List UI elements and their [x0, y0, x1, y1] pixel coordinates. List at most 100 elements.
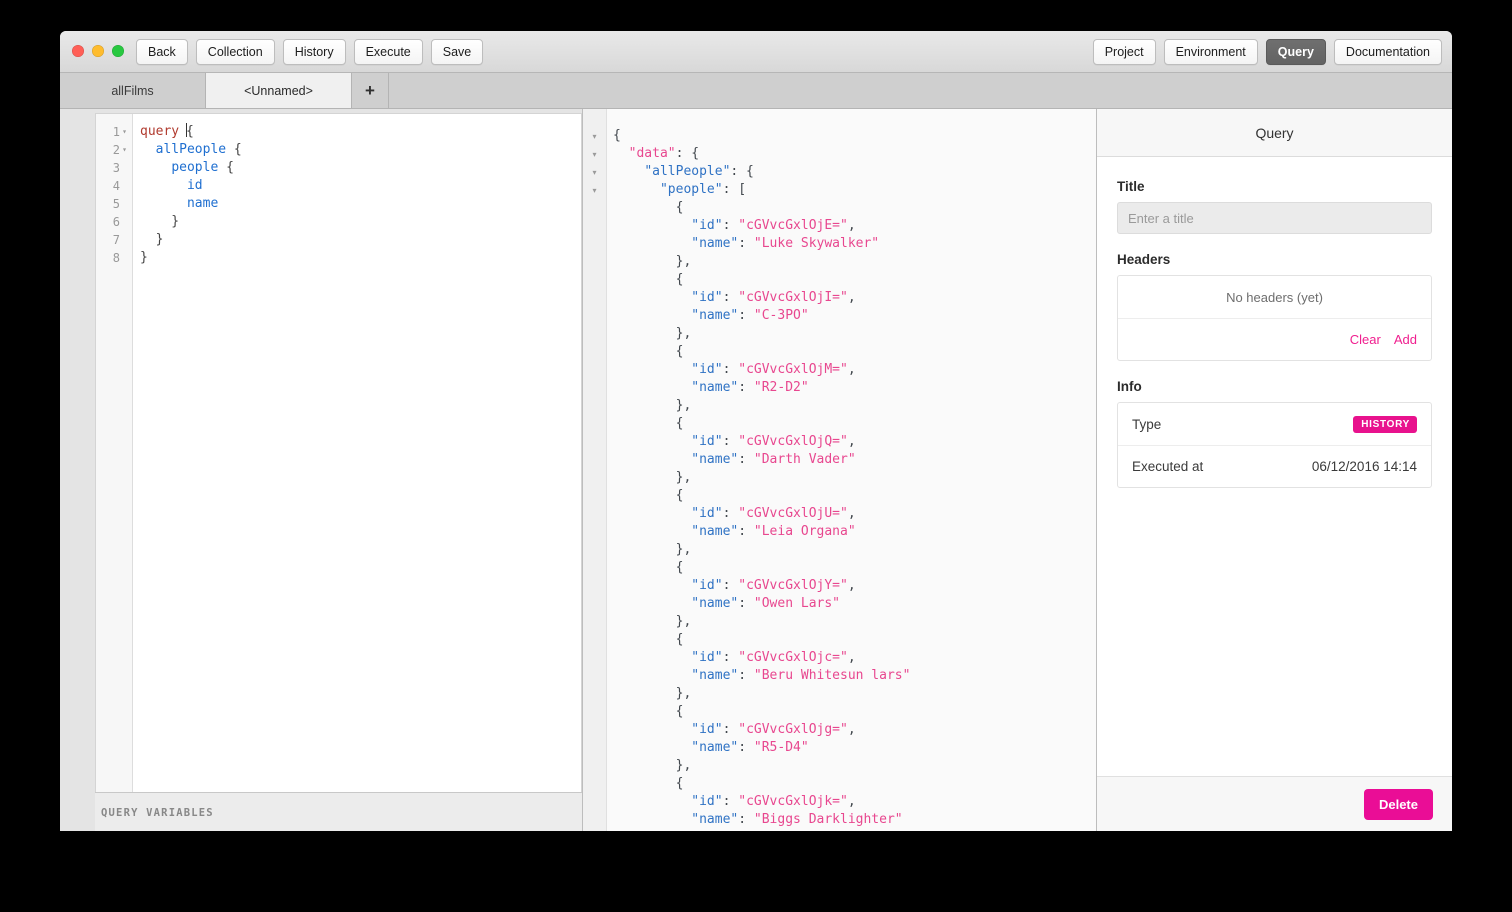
json-line: }, — [613, 469, 1096, 487]
toolbar-save-button[interactable]: Save — [431, 39, 484, 65]
json-line: "data": { — [613, 145, 1096, 163]
toolbar-collection-button[interactable]: Collection — [196, 39, 275, 65]
json-line: "allPeople": { — [613, 163, 1096, 181]
app-window: Back Collection History Execute Save Project… — [60, 31, 1452, 831]
query-variables-label: QUERY VARIABLES — [101, 807, 214, 819]
query-variables-bar[interactable]: QUERY VARIABLES — [95, 792, 582, 831]
json-line: "name": "R2-D2" — [613, 379, 1096, 397]
json-line: "id": "cGVvcGxlOjc=", — [613, 649, 1096, 667]
json-line: }, — [613, 757, 1096, 775]
response-fold-arrow-icon[interactable]: ▾ — [583, 181, 606, 199]
minimize-window-button[interactable] — [92, 45, 104, 57]
sidebar-header: Query — [1097, 109, 1452, 157]
info-type-label: Type — [1132, 417, 1353, 432]
add-tab-button[interactable]: + — [352, 73, 389, 108]
close-window-button[interactable] — [72, 45, 84, 57]
main-body: 1▾2▾3▾4▾5▾6▾7▾8▾ query { allPeople { peo… — [60, 109, 1452, 831]
headers-section-label: Headers — [1117, 252, 1432, 267]
json-line: "name": "Leia Organa" — [613, 523, 1096, 541]
json-line: "name": "Darth Vader" — [613, 451, 1096, 469]
json-line: "name": "Owen Lars" — [613, 595, 1096, 613]
tab-list: allFilms<Unnamed> — [60, 73, 352, 108]
line-number: 7▾ — [96, 231, 132, 249]
info-row-executed-at: Executed at 06/12/2016 14:14 — [1118, 445, 1431, 487]
title-input[interactable] — [1117, 202, 1432, 234]
json-line: "name": "Luke Skywalker" — [613, 235, 1096, 253]
json-line: { — [613, 487, 1096, 505]
json-line: { — [613, 415, 1096, 433]
tab-bar: allFilms<Unnamed> + — [60, 73, 1452, 109]
tab-allfilms[interactable]: allFilms — [60, 73, 206, 108]
toolbar-query-button[interactable]: Query — [1266, 39, 1326, 65]
toolbar-right-group: Project Environment Query Documentation — [1093, 39, 1442, 65]
query-editor[interactable]: 1▾2▾3▾4▾5▾6▾7▾8▾ query { allPeople { peo… — [95, 113, 582, 792]
info-row-type: Type HISTORY — [1118, 403, 1431, 445]
add-header-button[interactable]: Add — [1394, 332, 1417, 347]
json-line: "name": "Beru Whitesun lars" — [613, 667, 1096, 685]
json-line: "id": "cGVvcGxlOjk=", — [613, 793, 1096, 811]
status-badge: HISTORY — [1353, 416, 1417, 433]
json-line: { — [613, 775, 1096, 793]
info-executed-at-value: 06/12/2016 14:14 — [1312, 459, 1417, 474]
code-line: allPeople { — [140, 141, 581, 159]
response-json: { "data": { "allPeople": { "people": [ {… — [607, 109, 1096, 831]
window-controls — [72, 45, 124, 57]
code-line: } — [140, 213, 581, 231]
fold-arrow-icon[interactable]: ▾ — [120, 123, 129, 141]
toolbar-environment-button[interactable]: Environment — [1164, 39, 1258, 65]
headers-box: No headers (yet) Clear Add — [1117, 275, 1432, 361]
query-sidebar: Query Title Headers No headers (yet) Cle… — [1097, 109, 1452, 831]
code-line: } — [140, 249, 581, 267]
json-line: "name": "C-3PO" — [613, 307, 1096, 325]
response-panel: ▾▾▾▾ { "data": { "allPeople": { "people"… — [583, 109, 1097, 831]
toolbar-back-button[interactable]: Back — [136, 39, 188, 65]
json-line: }, — [613, 541, 1096, 559]
fold-arrow-icon[interactable]: ▾ — [120, 141, 129, 159]
json-line: "id": "cGVvcGxlOjQ=", — [613, 433, 1096, 451]
json-line: }, — [613, 613, 1096, 631]
json-line: }, — [613, 397, 1096, 415]
response-fold-gutter: ▾▾▾▾ — [583, 109, 607, 831]
json-line: }, — [613, 253, 1096, 271]
json-line: { — [613, 631, 1096, 649]
headers-actions: Clear Add — [1118, 318, 1431, 360]
zoom-window-button[interactable] — [112, 45, 124, 57]
response-fold-arrow-icon[interactable]: ▾ — [583, 127, 606, 145]
json-line: { — [613, 559, 1096, 577]
title-section-label: Title — [1117, 179, 1432, 194]
code-line: query { — [140, 123, 581, 141]
delete-button[interactable]: Delete — [1364, 789, 1433, 820]
info-section-label: Info — [1117, 379, 1432, 394]
code-line: } — [140, 231, 581, 249]
json-line: { — [613, 271, 1096, 289]
tab-unnamed[interactable]: <Unnamed> — [206, 73, 352, 108]
json-line: }, — [613, 685, 1096, 703]
json-line: "id": "cGVvcGxlOjY=", — [613, 577, 1096, 595]
line-number: 8▾ — [96, 249, 132, 267]
toolbar-documentation-button[interactable]: Documentation — [1334, 39, 1442, 65]
json-line: "people": [ — [613, 181, 1096, 199]
toolbar-execute-button[interactable]: Execute — [354, 39, 423, 65]
response-fold-arrow-icon[interactable]: ▾ — [583, 145, 606, 163]
toolbar: Back Collection History Execute Save Project… — [60, 31, 1452, 73]
clear-headers-button[interactable]: Clear — [1350, 332, 1381, 347]
line-number: 2▾ — [96, 141, 132, 159]
json-line: "id": "cGVvcGxlOjM=", — [613, 361, 1096, 379]
line-number: 6▾ — [96, 213, 132, 231]
json-line: "id": "cGVvcGxlOjI=", — [613, 289, 1096, 307]
line-number: 4▾ — [96, 177, 132, 195]
toolbar-history-button[interactable]: History — [283, 39, 346, 65]
sidebar-footer: Delete — [1097, 776, 1452, 831]
json-line: }, — [613, 325, 1096, 343]
sidebar-body: Title Headers No headers (yet) Clear Add… — [1097, 157, 1452, 776]
info-box: Type HISTORY Executed at 06/12/2016 14:1… — [1117, 402, 1432, 488]
toolbar-project-button[interactable]: Project — [1093, 39, 1156, 65]
json-line: { — [613, 127, 1096, 145]
json-line: { — [613, 343, 1096, 361]
info-executed-at-label: Executed at — [1132, 459, 1312, 474]
editor-code-area[interactable]: query { allPeople { people { id name } }… — [133, 114, 581, 792]
editor-line-gutter: 1▾2▾3▾4▾5▾6▾7▾8▾ — [96, 114, 133, 792]
line-number: 3▾ — [96, 159, 132, 177]
json-line: "id": "cGVvcGxlOjg=", — [613, 721, 1096, 739]
response-fold-arrow-icon[interactable]: ▾ — [583, 163, 606, 181]
